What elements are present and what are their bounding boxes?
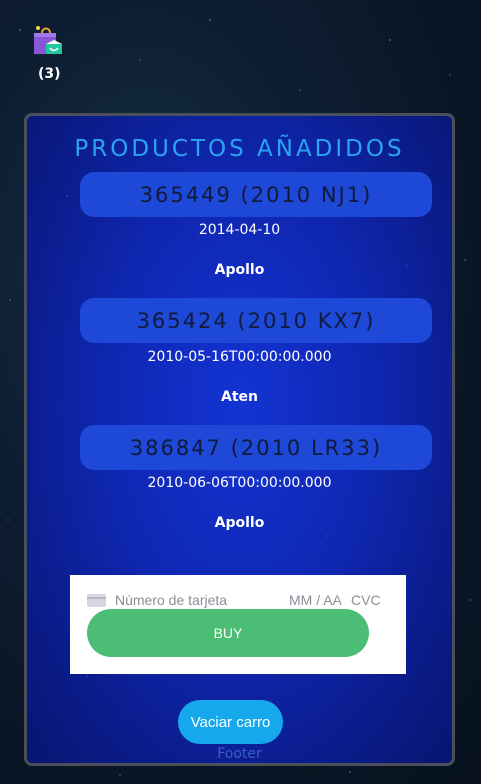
cart-panel: PRODUCTOS AÑADIDOS 365449 (2010 NJ1) 201…	[24, 113, 455, 766]
cart-count: (3)	[38, 66, 61, 82]
empty-cart-button[interactable]: Vaciar carro	[178, 700, 283, 744]
shopping-bag-icon[interactable]	[32, 24, 64, 56]
card-cvc-input[interactable]: CVC	[351, 592, 381, 608]
payment-form: Número de tarjeta MM / AA CVC BUY	[70, 575, 406, 674]
product-mission: Aten	[221, 389, 258, 405]
product-mission: Apollo	[214, 515, 265, 531]
product-mission: Apollo	[214, 262, 265, 278]
product-name: 365449 (2010 NJ1)	[80, 172, 432, 217]
product-date: 2014-04-10	[198, 222, 281, 238]
card-number-input[interactable]: Número de tarjeta	[115, 592, 227, 608]
product-name: 386847 (2010 LR33)	[80, 425, 432, 470]
product-date: 2010-05-16T00:00:00.000	[147, 349, 332, 365]
product-name: 365424 (2010 KX7)	[80, 298, 432, 343]
buy-button[interactable]: BUY	[87, 609, 369, 657]
footer: Footer	[217, 746, 262, 762]
product-date: 2010-06-06T00:00:00.000	[147, 475, 332, 491]
card-expiry-input[interactable]: MM / AA	[289, 592, 342, 608]
panel-title: PRODUCTOS AÑADIDOS	[74, 136, 405, 162]
credit-card-icon	[87, 594, 106, 607]
